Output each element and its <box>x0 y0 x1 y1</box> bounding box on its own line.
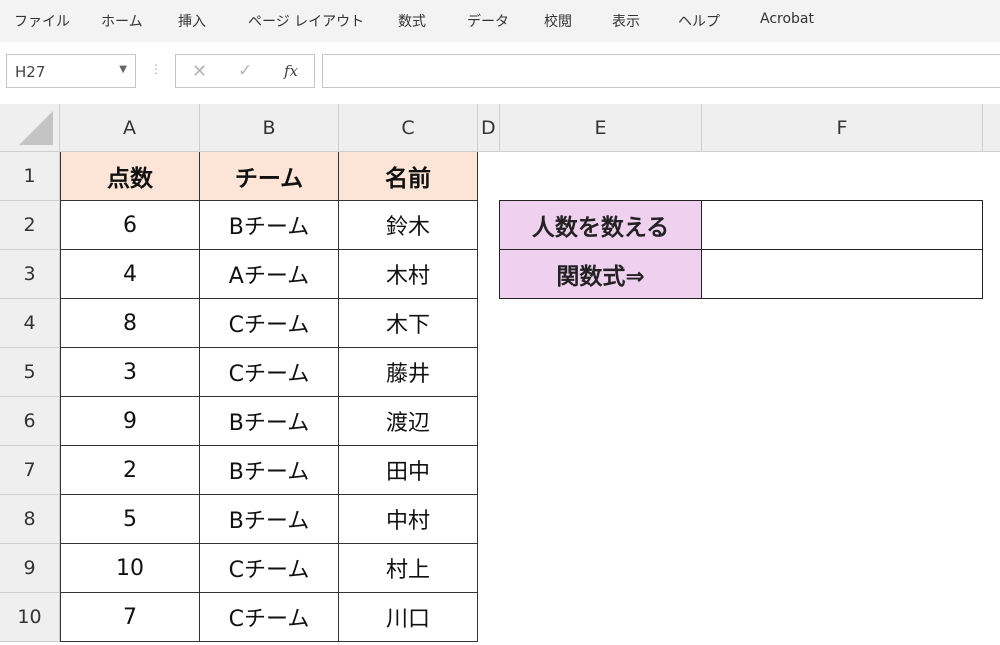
row-header-7[interactable]: 7 <box>0 446 60 495</box>
team-cell[interactable]: Cチーム <box>200 544 339 593</box>
insert-function-icon[interactable]: fx <box>284 62 298 80</box>
formula-label-cell[interactable]: 関数式⇒ <box>499 249 702 299</box>
formula-value-cell[interactable] <box>701 249 983 299</box>
team-cell[interactable]: Bチーム <box>200 397 339 446</box>
column-header-g[interactable] <box>983 104 1000 152</box>
column-header-d[interactable]: D <box>478 104 500 152</box>
tab-formulas[interactable]: 数式 <box>398 11 426 31</box>
header-team-cell[interactable]: チーム <box>200 152 339 201</box>
name-cell[interactable]: 藤井 <box>339 348 478 397</box>
formula-buttons: ✕ ✓ fx <box>175 54 315 88</box>
tab-home[interactable]: ホーム <box>101 11 143 31</box>
name-box-value: H27 <box>15 63 46 81</box>
team-cell[interactable]: Bチーム <box>200 201 339 250</box>
name-cell[interactable]: 川口 <box>339 593 478 642</box>
name-cell[interactable]: 中村 <box>339 495 478 544</box>
header-score-cell[interactable]: 点数 <box>60 152 200 201</box>
score-cell[interactable]: 2 <box>60 446 200 495</box>
tab-page-layout[interactable]: ページ レイアウト <box>248 11 364 31</box>
enter-icon[interactable]: ✓ <box>238 61 252 81</box>
tab-help[interactable]: ヘルプ <box>678 11 720 31</box>
column-header-c[interactable]: C <box>339 104 478 152</box>
row-header-5[interactable]: 5 <box>0 348 60 397</box>
row-header-8[interactable]: 8 <box>0 495 60 544</box>
count-label-cell[interactable]: 人数を数える <box>499 200 702 250</box>
tab-data[interactable]: データ <box>467 11 509 31</box>
name-cell[interactable]: 渡辺 <box>339 397 478 446</box>
row-header-4[interactable]: 4 <box>0 299 60 348</box>
formula-input[interactable] <box>322 54 1000 88</box>
tab-view[interactable]: 表示 <box>612 11 640 31</box>
score-cell[interactable]: 5 <box>60 495 200 544</box>
tab-review[interactable]: 校閲 <box>544 11 572 31</box>
row-header-9[interactable]: 9 <box>0 544 60 593</box>
chevron-down-icon[interactable]: ▼ <box>119 64 127 75</box>
tab-insert[interactable]: 挿入 <box>178 11 206 31</box>
name-cell[interactable]: 田中 <box>339 446 478 495</box>
select-all-button[interactable] <box>0 104 60 152</box>
ribbon-tabs: ファイル ホーム 挿入 ページ レイアウト 数式 データ 校閲 表示 ヘルプ A… <box>0 0 1000 43</box>
select-all-icon <box>19 111 53 145</box>
row-header-1[interactable]: 1 <box>0 152 60 201</box>
row-header-2[interactable]: 2 <box>0 201 60 250</box>
team-cell[interactable]: Bチーム <box>200 446 339 495</box>
score-cell[interactable]: 9 <box>60 397 200 446</box>
count-value-cell[interactable] <box>701 200 983 250</box>
score-cell[interactable]: 3 <box>60 348 200 397</box>
row-header-6[interactable]: 6 <box>0 397 60 446</box>
column-header-a[interactable]: A <box>60 104 200 152</box>
team-cell[interactable]: Cチーム <box>200 593 339 642</box>
tab-acrobat[interactable]: Acrobat <box>760 11 814 27</box>
name-box[interactable]: H27 ▼ <box>6 54 136 88</box>
score-cell[interactable]: 4 <box>60 250 200 299</box>
team-cell[interactable]: Cチーム <box>200 299 339 348</box>
name-cell[interactable]: 鈴木 <box>339 201 478 250</box>
score-cell[interactable]: 8 <box>60 299 200 348</box>
header-name-cell[interactable]: 名前 <box>339 152 478 201</box>
team-cell[interactable]: Aチーム <box>200 250 339 299</box>
name-cell[interactable]: 木村 <box>339 250 478 299</box>
score-cell[interactable]: 7 <box>60 593 200 642</box>
column-header-e[interactable]: E <box>500 104 702 152</box>
column-header-f[interactable]: F <box>702 104 983 152</box>
score-cell[interactable]: 6 <box>60 201 200 250</box>
team-cell[interactable]: Bチーム <box>200 495 339 544</box>
name-cell[interactable]: 木下 <box>339 299 478 348</box>
team-cell[interactable]: Cチーム <box>200 348 339 397</box>
name-cell[interactable]: 村上 <box>339 544 478 593</box>
score-cell[interactable]: 10 <box>60 544 200 593</box>
more-options-icon[interactable]: ⋮ <box>150 62 162 76</box>
row-header-3[interactable]: 3 <box>0 250 60 299</box>
column-header-b[interactable]: B <box>200 104 339 152</box>
cancel-icon[interactable]: ✕ <box>192 61 207 82</box>
row-header-10[interactable]: 10 <box>0 593 60 642</box>
formula-bar: H27 ▼ ⋮ ✕ ✓ fx <box>0 42 1000 104</box>
tab-file[interactable]: ファイル <box>14 11 70 31</box>
